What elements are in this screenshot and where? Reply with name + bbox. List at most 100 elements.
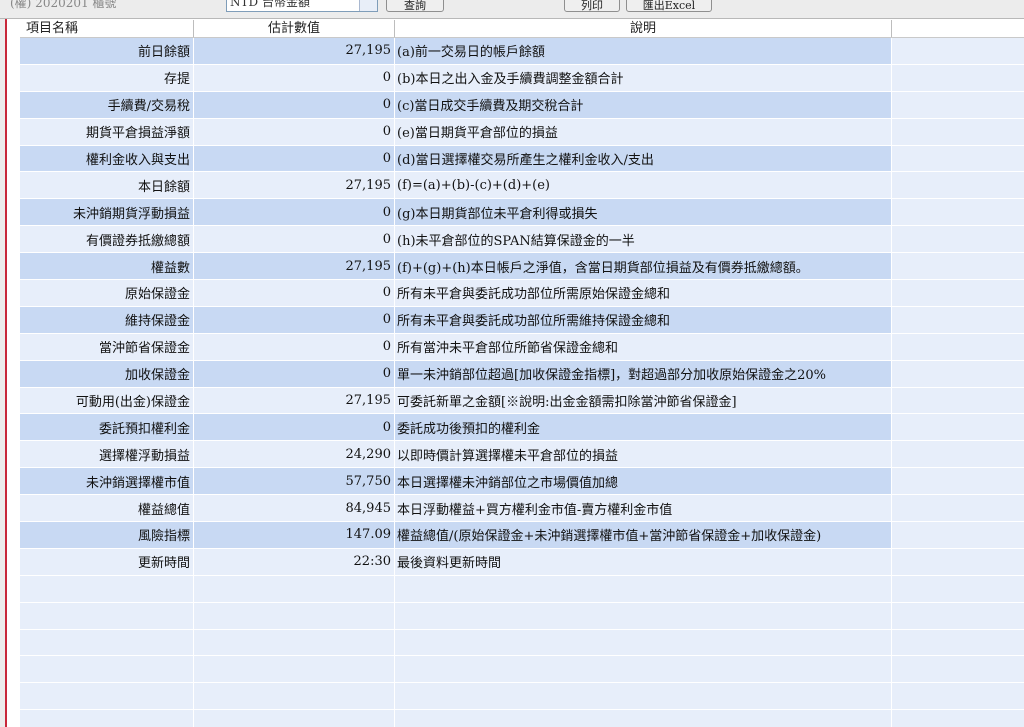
item-name-cell: 期貨平倉損益淨額 — [20, 118, 194, 145]
description-cell: (d)當日選擇權交易所產生之權利金收入/支出 — [395, 145, 892, 172]
description-cell: 委託成功後預扣的權利金 — [395, 414, 892, 441]
item-name-cell: 有價證券抵繳總額 — [20, 226, 194, 253]
estimated-value-cell: 0 — [194, 333, 395, 360]
table-row[interactable]: 期貨平倉損益淨額 0 (e)當日期貨平倉部位的損益 — [20, 118, 1024, 146]
item-name-cell: 未沖銷期貨浮動損益 — [20, 199, 194, 226]
description-cell: (h)未平倉部位的SPAN結算保證金的一半 — [395, 226, 892, 253]
column-header-description[interactable]: 說明 — [395, 20, 892, 37]
description-cell — [395, 656, 892, 683]
estimated-value-cell: 0 — [194, 118, 395, 145]
table-row[interactable]: 委託預扣權利金 0 委託成功後預扣的權利金 — [20, 414, 1024, 442]
description-cell — [395, 683, 892, 710]
table-row[interactable]: 權益數 27,195 (f)+(g)+(h)本日帳戶之淨值，含當日期貨部位損益及有價… — [20, 253, 1024, 281]
estimated-value-cell — [194, 575, 395, 602]
chevron-down-icon[interactable] — [359, 0, 377, 11]
estimated-value-cell: 22:30 — [194, 548, 395, 575]
empty-row[interactable] — [20, 710, 1024, 727]
estimated-value-cell: 84,945 — [194, 495, 395, 522]
item-name-cell: 委託預扣權利金 — [20, 414, 194, 441]
item-name-cell: 未沖銷選擇權市值 — [20, 468, 194, 495]
description-cell: 所有當沖未平倉部位所節省保證金總和 — [395, 333, 892, 360]
estimated-value-cell: 0 — [194, 145, 395, 172]
filler-cell — [892, 548, 1024, 575]
export-excel-button[interactable]: 匯出Excel — [626, 0, 712, 12]
filler-cell — [892, 38, 1024, 64]
item-name-cell — [20, 629, 194, 656]
item-name-cell — [20, 710, 194, 727]
print-button[interactable]: 列印 — [564, 0, 620, 12]
description-cell: (f)+(g)+(h)本日帳戶之淨值，含當日期貨部位損益及有價券抵繳總額。 — [395, 253, 892, 280]
table-row[interactable]: 權益總值 84,945 本日浮動權益+買方權利金市值-賣方權利金市值 — [20, 495, 1024, 523]
filler-cell — [892, 495, 1024, 522]
table-row[interactable]: 更新時間 22:30 最後資料更新時間 — [20, 548, 1024, 576]
filler-cell — [892, 629, 1024, 656]
description-cell: 本日選擇權未沖銷部位之市場價值加總 — [395, 468, 892, 495]
table-row[interactable]: 當沖節省保證金 0 所有當沖未平倉部位所節省保證金總和 — [20, 333, 1024, 361]
table-row[interactable]: 未沖銷選擇權市值 57,750 本日選擇權未沖銷部位之市場價值加總 — [20, 468, 1024, 496]
filler-cell — [892, 414, 1024, 441]
table-row[interactable]: 原始保證金 0 所有未平倉與委託成功部位所需原始保證金總和 — [20, 280, 1024, 307]
description-cell: 所有未平倉與委託成功部位所需維持保證金總和 — [395, 306, 892, 333]
table-row[interactable]: 可動用(出金)保證金 27,195 可委託新單之金額[※說明:出金金額需扣除當沖節省… — [20, 387, 1024, 415]
column-header-item-name[interactable]: 項目名稱 — [20, 20, 194, 37]
estimated-value-cell: 27,195 — [194, 38, 395, 64]
empty-row[interactable] — [20, 683, 1024, 711]
account-label: (權) 2020201 櫃號 — [10, 0, 117, 10]
table-row[interactable]: 加收保證金 0 單一未沖銷部位超過[加收保證金指標]，對超過部分加收原始保證金之20… — [20, 360, 1024, 388]
query-button[interactable]: 查詢 — [386, 0, 444, 12]
item-name-cell — [20, 575, 194, 602]
item-name-cell — [20, 656, 194, 683]
table-row[interactable]: 存提 0 (b)本日之出入金及手續費調整金額合計 — [20, 64, 1024, 92]
item-name-cell: 可動用(出金)保證金 — [20, 387, 194, 414]
empty-row[interactable] — [20, 575, 1024, 603]
table-row[interactable]: 未沖銷期貨浮動損益 0 (g)本日期貨部位未平倉利得或損失 — [20, 199, 1024, 227]
filler-cell — [892, 441, 1024, 468]
filler-cell — [892, 575, 1024, 602]
description-cell: (e)當日期貨平倉部位的損益 — [395, 118, 892, 145]
estimated-value-cell: 0 — [194, 360, 395, 387]
filler-cell — [892, 333, 1024, 360]
item-name-cell: 存提 — [20, 64, 194, 91]
empty-row[interactable] — [20, 602, 1024, 630]
filler-cell — [892, 468, 1024, 495]
grid-header: 項目名稱 估計數值 說明 — [20, 20, 1024, 38]
table-row[interactable]: 手續費/交易稅 0 (c)當日成交手續費及期交稅合計 — [20, 91, 1024, 119]
table-row[interactable]: 本日餘額 27,195 (f)=(a)+(b)-(c)+(d)+(e) — [20, 172, 1024, 200]
estimated-value-cell — [194, 710, 395, 727]
currency-select-value: NTD 台幣金額 — [230, 0, 310, 9]
description-cell — [395, 710, 892, 727]
column-header-estimated-value[interactable]: 估計數值 — [194, 20, 395, 37]
description-cell: (c)當日成交手續費及期交稅合計 — [395, 91, 892, 118]
table-row[interactable]: 維持保證金 0 所有未平倉與委託成功部位所需維持保證金總和 — [20, 306, 1024, 334]
description-cell: 權益總值/(原始保證金+未沖銷選擇權市值+當沖節省保證金+加收保證金) — [395, 522, 892, 548]
toolbar: (權) 2020201 櫃號 NTD 台幣金額 查詢 列印 匯出Excel — [0, 0, 1024, 19]
empty-row[interactable] — [20, 656, 1024, 684]
item-name-cell: 更新時間 — [20, 548, 194, 575]
item-name-cell: 權益數 — [20, 253, 194, 280]
description-cell: 本日浮動權益+買方權利金市值-賣方權利金市值 — [395, 495, 892, 522]
currency-select[interactable]: NTD 台幣金額 — [226, 0, 378, 12]
item-name-cell: 當沖節省保證金 — [20, 333, 194, 360]
filler-cell — [892, 145, 1024, 172]
description-cell: (b)本日之出入金及手續費調整金額合計 — [395, 64, 892, 91]
table-row[interactable]: 風險指標 147.09 權益總值/(原始保證金+未沖銷選擇權市值+當沖節省保證金+加… — [20, 522, 1024, 549]
estimated-value-cell: 147.09 — [194, 522, 395, 548]
description-cell — [395, 602, 892, 629]
item-name-cell — [20, 602, 194, 629]
filler-cell — [892, 360, 1024, 387]
table-row[interactable]: 前日餘額 27,195 (a)前一交易日的帳戶餘額 — [20, 38, 1024, 65]
description-cell: 以即時價計算選擇權未平倉部位的損益 — [395, 441, 892, 468]
estimated-value-cell: 0 — [194, 199, 395, 226]
estimated-value-cell — [194, 629, 395, 656]
filler-cell — [892, 199, 1024, 226]
filler-cell — [892, 64, 1024, 91]
table-row[interactable]: 選擇權浮動損益 24,290 以即時價計算選擇權未平倉部位的損益 — [20, 441, 1024, 469]
table-row[interactable]: 權利金收入與支出 0 (d)當日選擇權交易所產生之權利金收入/支出 — [20, 145, 1024, 173]
item-name-cell: 權益總值 — [20, 495, 194, 522]
empty-row[interactable] — [20, 629, 1024, 657]
filler-cell — [892, 306, 1024, 333]
column-header-filler — [892, 20, 1024, 37]
table-row[interactable]: 有價證券抵繳總額 0 (h)未平倉部位的SPAN結算保證金的一半 — [20, 226, 1024, 254]
item-name-cell: 權利金收入與支出 — [20, 145, 194, 172]
estimated-value-cell: 0 — [194, 64, 395, 91]
